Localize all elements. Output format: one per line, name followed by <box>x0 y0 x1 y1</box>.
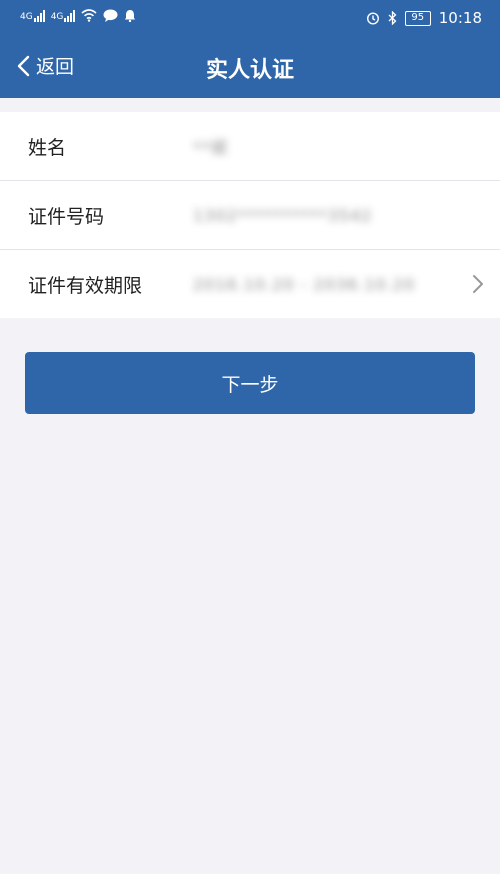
bluetooth-icon <box>388 11 397 25</box>
name-label: 姓名 <box>28 136 67 159</box>
next-step-button[interactable]: 下一步 <box>25 352 475 414</box>
validity-period-row[interactable]: 证件有效期限 2016.10.20 - 2036.10.20 <box>0 250 500 318</box>
name-row: 姓名 **斌 <box>0 112 500 181</box>
validity-period-value: 2016.10.20 - 2036.10.20 <box>193 274 416 294</box>
wifi-icon <box>81 9 97 22</box>
status-right: 95 10:18 <box>366 9 482 27</box>
notification-bell-icon <box>125 10 136 22</box>
status-bar: 4G 4G 95 10:18 <box>0 0 500 36</box>
battery-indicator: 95 <box>404 10 431 26</box>
signal-bars-icon <box>64 9 76 22</box>
chat-bubble-icon <box>103 9 118 22</box>
network-type-sim2: 4G <box>50 11 64 22</box>
app-header: 4G 4G 95 10:18 返回 实人认证 <box>0 0 500 98</box>
name-value: **斌 <box>193 138 229 157</box>
signal-sim2: 4G <box>50 9 76 22</box>
id-number-value: 1302**********3542 <box>193 205 373 225</box>
chevron-right-icon <box>473 275 483 293</box>
signal-sim1: 4G <box>20 9 45 22</box>
alarm-icon <box>366 12 379 25</box>
signal-bars-icon <box>33 9 45 22</box>
network-type-sim1: 4G <box>20 11 33 22</box>
clock-time: 10:18 <box>438 9 482 27</box>
identity-form: 姓名 **斌 证件号码 1302**********3542 证件有效期限 20… <box>0 112 500 318</box>
page-title: 实人认证 <box>205 58 294 83</box>
nav-bar: 返回 实人认证 <box>0 36 500 98</box>
id-number-row: 证件号码 1302**********3542 <box>0 181 500 250</box>
status-left: 4G 4G <box>20 9 136 22</box>
validity-period-label: 证件有效期限 <box>28 274 143 297</box>
id-number-label: 证件号码 <box>28 205 105 228</box>
